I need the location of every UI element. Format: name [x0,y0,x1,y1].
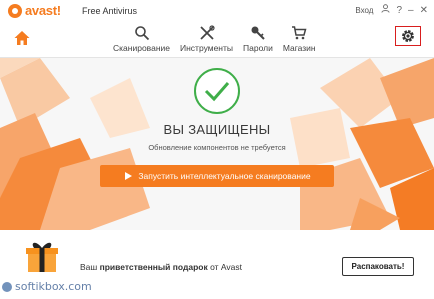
protected-status-icon [194,68,240,114]
nav-item-tools[interactable]: Инструменты [180,25,233,53]
cart-icon [292,26,307,40]
nav-label-store: Магазин [282,43,316,53]
promo-panel: Ваш приветственный подарок от Avast Расп… [0,230,434,299]
nav-label-tools: Инструменты [180,43,234,53]
brand-name: avast! [25,3,61,18]
watermark-text: softikbox.com [15,280,92,293]
nav-bar: Сканирование Инструменты Пароли Магазин [0,22,434,58]
nav-label-scan: Сканирование [113,43,170,53]
smart-scan-button[interactable]: Запустить интеллектуальное сканирование [100,165,334,187]
watermark-logo-icon [2,281,12,292]
watermark: softikbox.com [2,280,92,293]
tools-icon [199,25,215,40]
avast-logo: avast! [8,3,61,18]
product-name: Free Antivirus [82,6,138,16]
window-controls: Вход ? – ✕ [349,4,428,17]
promo-text-after: от Avast [207,262,242,272]
status-title: ВЫ ЗАЩИЩЕНЫ [163,122,271,137]
key-icon [251,26,265,40]
nav-item-store[interactable]: Магазин [283,25,316,53]
status-panel: ВЫ ЗАЩИЩЕНЫ Обновление компонентов не тр… [0,58,434,230]
nav-label-passwords: Пароли [243,43,273,53]
promo-text-before: Ваш [80,262,100,272]
gift-icon [26,242,58,272]
close-button[interactable]: ✕ [420,5,428,17]
nav-item-passwords[interactable]: Пароли [243,25,273,53]
promo-text-bold: приветственный подарок [99,262,208,272]
nav-item-scan[interactable]: Сканирование [113,25,170,53]
minimize-button[interactable]: – [408,5,414,17]
login-link[interactable]: Вход [355,5,373,17]
title-bar: avast! Free Antivirus Вход ? – ✕ [0,0,434,22]
search-icon [134,26,149,41]
promo-text: Ваш приветственный подарок от Avast [80,262,242,272]
unpack-button[interactable]: Распаковать! [342,257,414,276]
gear-icon [402,30,414,42]
smart-scan-label: Запустить интеллектуальное сканирование [138,171,311,181]
status-subtitle: Обновление компонентов не требуется [148,143,286,152]
avast-logo-icon [8,3,22,18]
main-nav: Сканирование Инструменты Пароли Магазин [113,25,326,53]
help-button[interactable]: ? [396,5,402,17]
user-icon[interactable] [381,4,391,17]
settings-button[interactable] [395,26,421,46]
arrow-right-icon [125,172,133,180]
home-icon[interactable] [13,29,31,47]
checkmark-icon [204,82,230,102]
